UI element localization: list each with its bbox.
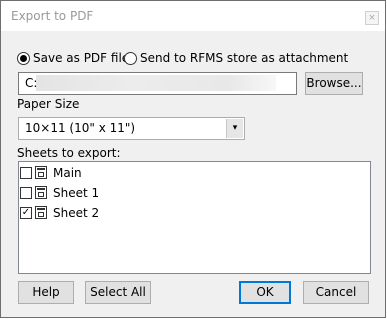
select-all-button[interactable]: Select All [85,281,151,304]
sheet-name: Sheet 2 [53,206,100,220]
help-button[interactable]: Help [18,281,74,304]
title-bar: Export to PDF × [1,1,385,31]
close-button[interactable]: × [365,11,379,25]
spreadsheet-icon [35,206,47,219]
send-to-rfms-radio[interactable] [124,52,137,65]
dialog-title: Export to PDF [11,9,94,23]
cancel-button[interactable]: Cancel [303,281,369,304]
send-to-rfms-label[interactable]: Send to RFMS store as attachment [140,51,348,65]
sheets-listbox[interactable]: Main Sheet 1 ✓ Sheet 2 [18,161,371,274]
export-pdf-dialog: Export to PDF × Save as PDF file Send to… [0,0,386,318]
list-item[interactable]: Sheet 1 [19,184,370,202]
sheet-checkbox-sheet-1[interactable] [20,187,32,199]
browse-button[interactable]: Browse... [305,72,363,95]
sheet-name: Main [53,166,82,180]
sheets-to-export-label: Sheets to export: [17,146,121,160]
ok-button[interactable]: OK [239,281,291,304]
paper-size-value: 10×11 (10" x 11") [25,121,136,135]
spreadsheet-icon [35,186,47,199]
redacted-path-region [36,75,276,91]
sheet-checkbox-sheet-2[interactable]: ✓ [20,207,32,219]
save-as-pdf-radio[interactable] [17,52,30,65]
save-as-pdf-label[interactable]: Save as PDF file [33,51,129,65]
chevron-down-icon[interactable]: ▾ [226,119,243,138]
list-item[interactable]: Main [19,164,370,182]
paper-size-select[interactable]: 10×11 (10" x 11") ▾ [18,117,245,140]
spreadsheet-icon [35,166,47,179]
sheet-name: Sheet 1 [53,186,100,200]
paper-size-label: Paper Size [17,97,80,111]
radio-selected-dot [20,55,27,62]
list-item[interactable]: ✓ Sheet 2 [19,204,370,222]
sheet-checkbox-main[interactable] [20,167,32,179]
